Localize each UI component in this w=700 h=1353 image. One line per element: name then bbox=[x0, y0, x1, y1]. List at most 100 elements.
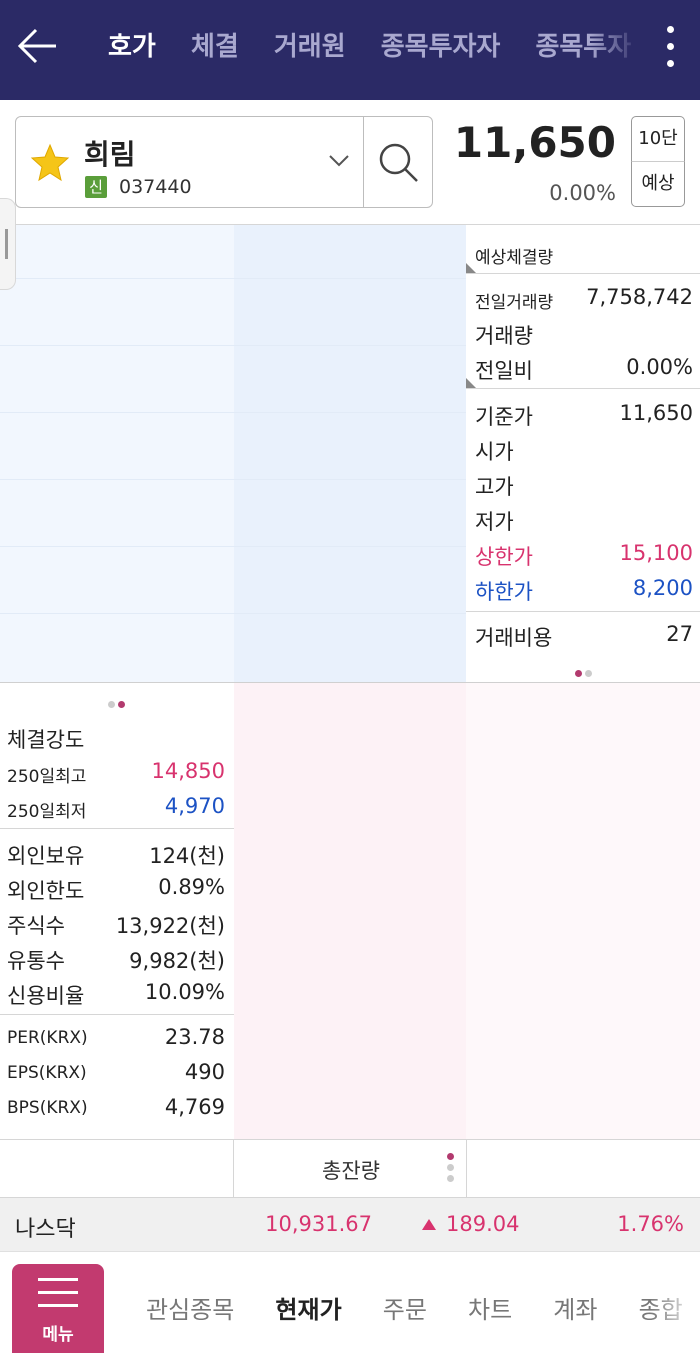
float-label: 유통수 bbox=[7, 949, 65, 973]
stock-selector[interactable]: 희림 신 037440 bbox=[15, 116, 433, 208]
hamburger-icon bbox=[38, 1304, 78, 1307]
stock-code: 037440 bbox=[119, 176, 192, 198]
low-label: 저가 bbox=[475, 510, 514, 534]
corner-marker-icon bbox=[466, 263, 476, 273]
base-price-row: 기준가 11,650 bbox=[475, 401, 693, 431]
low-row: 저가 bbox=[475, 506, 693, 536]
total-remaining-cell[interactable]: 총잔량 bbox=[233, 1140, 467, 1198]
up-triangle-icon bbox=[422, 1219, 436, 1230]
nav-watchlist[interactable]: 관심종목 bbox=[146, 1252, 234, 1353]
float-row: 유통수 9,982(천) bbox=[7, 945, 225, 975]
open-label: 시가 bbox=[475, 440, 514, 464]
ticker-percent: 1.76% bbox=[617, 1212, 684, 1236]
total-remaining-row: 총잔량 bbox=[0, 1139, 700, 1198]
level-toggle-button[interactable]: 10단 bbox=[631, 116, 685, 162]
hamburger-icon bbox=[38, 1278, 78, 1281]
expected-volume-label: 예상체결량 bbox=[475, 248, 554, 268]
shares-row: 주식수 13,922(천) bbox=[7, 910, 225, 940]
new-listing-badge: 신 bbox=[85, 176, 107, 198]
per-row: PER(KRX) 23.78 bbox=[7, 1025, 225, 1055]
vertical-page-indicator[interactable] bbox=[447, 1153, 455, 1185]
prev-volume-value: 7,758,742 bbox=[586, 285, 693, 309]
strength-label: 체결강도 bbox=[7, 728, 85, 752]
open-row: 시가 bbox=[475, 436, 693, 466]
ask-row-line bbox=[0, 613, 466, 614]
ask-row-line bbox=[0, 479, 466, 480]
nav-fade bbox=[650, 1252, 700, 1353]
high-row: 고가 bbox=[475, 471, 693, 501]
ask-row-line bbox=[0, 345, 466, 346]
top-bar: 호가 체결 거래원 종목투자자 종목투자 bbox=[0, 0, 700, 100]
credit-value: 10.09% bbox=[144, 980, 225, 1004]
shares-label: 주식수 bbox=[7, 914, 65, 938]
eps-value: 490 bbox=[184, 1060, 225, 1084]
trade-cost-value: 27 bbox=[666, 622, 693, 646]
ask-row-line bbox=[0, 412, 466, 413]
predict-toggle-button[interactable]: 예상 bbox=[631, 161, 685, 207]
star-favorite-icon[interactable] bbox=[30, 143, 70, 183]
low250-row: 250일최저 4,970 bbox=[7, 794, 225, 824]
per-label: PER(KRX) bbox=[7, 1028, 88, 1048]
nav-order[interactable]: 주문 bbox=[383, 1252, 427, 1353]
prev-volume-label: 전일거래량 bbox=[475, 293, 554, 313]
ask-row-line bbox=[0, 278, 466, 279]
low250-label: 250일최저 bbox=[7, 802, 87, 822]
foreign-limit-value: 0.89% bbox=[158, 875, 225, 899]
bottom-nav-items: 관심종목 현재가 주문 차트 계좌 종합 bbox=[146, 1252, 700, 1353]
credit-row: 신용비율 10.09% bbox=[7, 980, 225, 1010]
header-tabs: 호가 체결 거래원 종목투자자 종목투자 bbox=[108, 0, 638, 100]
bid-price-column bbox=[234, 683, 466, 1140]
tabs-fade bbox=[590, 0, 640, 100]
side-panel-handle[interactable] bbox=[0, 198, 16, 290]
trade-cost-label: 거래비용 bbox=[475, 626, 553, 650]
base-price-value: 11,650 bbox=[619, 401, 693, 425]
credit-label: 신용비율 bbox=[7, 984, 85, 1008]
high250-value: 14,850 bbox=[151, 759, 225, 783]
tab-investors[interactable]: 종목투자자 bbox=[381, 0, 501, 94]
divider bbox=[0, 1014, 234, 1015]
bid-volume-column bbox=[466, 683, 700, 1140]
stats-panel: 체결강도 250일최고 14,850 250일최저 4,970 외인보유 124… bbox=[0, 683, 234, 1140]
high250-row: 250일최고 14,850 bbox=[7, 759, 225, 789]
index-ticker[interactable]: 나스닥 10,931.67 189.04 1.76% bbox=[0, 1197, 700, 1252]
eps-label: EPS(KRX) bbox=[7, 1063, 87, 1083]
volume-row: 거래량 bbox=[475, 320, 693, 350]
expected-volume-row: 예상체결량 bbox=[475, 240, 693, 270]
nav-current-price[interactable]: 현재가 bbox=[275, 1252, 341, 1353]
menu-label: 메뉴 bbox=[42, 1325, 74, 1345]
foreign-limit-row: 외인한도 0.89% bbox=[7, 875, 225, 905]
search-icon[interactable] bbox=[364, 117, 433, 207]
tab-hoga[interactable]: 호가 bbox=[108, 0, 156, 94]
trade-cost-row: 거래비용 27 bbox=[475, 622, 693, 652]
foreign-hold-value: 124(천) bbox=[149, 844, 225, 868]
upper-limit-label: 상한가 bbox=[475, 545, 533, 569]
lower-limit-label: 하한가 bbox=[475, 580, 533, 604]
ask-row-line bbox=[0, 546, 466, 547]
vs-prev-label: 전일비 bbox=[475, 359, 533, 383]
tab-trades[interactable]: 체결 bbox=[191, 0, 239, 94]
nav-account[interactable]: 계좌 bbox=[553, 1252, 597, 1353]
low250-value: 4,970 bbox=[164, 794, 225, 818]
corner-marker-icon bbox=[466, 378, 476, 388]
divider bbox=[466, 273, 700, 274]
strength-row: 체결강도 bbox=[7, 724, 225, 754]
stock-name: 희림 bbox=[84, 138, 136, 171]
chevron-down-icon[interactable] bbox=[328, 153, 350, 169]
divider bbox=[0, 828, 234, 829]
upper-limit-row: 상한가 15,100 bbox=[475, 541, 693, 571]
nav-chart[interactable]: 차트 bbox=[468, 1252, 512, 1353]
foreign-hold-label: 외인보유 bbox=[7, 844, 85, 868]
back-arrow-icon[interactable] bbox=[14, 24, 62, 68]
lower-limit-value: 8,200 bbox=[632, 576, 693, 600]
lower-limit-row: 하한가 8,200 bbox=[475, 576, 693, 606]
more-vertical-icon[interactable] bbox=[655, 22, 685, 72]
page-indicator[interactable] bbox=[575, 662, 595, 677]
hamburger-icon bbox=[38, 1291, 78, 1294]
shares-value: 13,922(천) bbox=[115, 914, 225, 938]
ticker-name: 나스닥 bbox=[15, 1217, 76, 1242]
page-indicator[interactable] bbox=[108, 693, 128, 708]
menu-button[interactable]: 메뉴 bbox=[12, 1264, 104, 1353]
current-price: 11,650 bbox=[453, 118, 616, 167]
tab-brokers[interactable]: 거래원 bbox=[274, 0, 346, 94]
prev-volume-row: 전일거래량 7,758,742 bbox=[475, 285, 693, 315]
